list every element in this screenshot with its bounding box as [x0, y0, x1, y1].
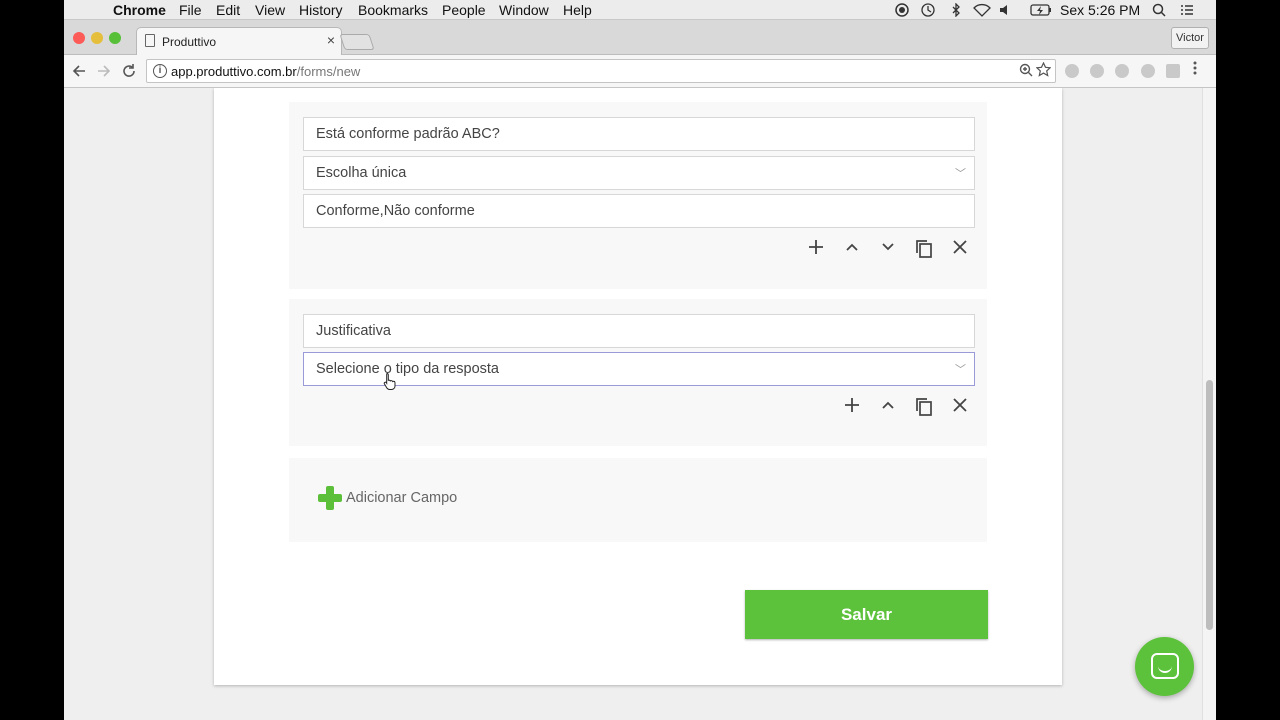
url-text[interactable]: app.produttivo.com.br/forms/new	[171, 64, 360, 79]
menu-bookmarks[interactable]: Bookmarks	[358, 2, 428, 18]
menu-people[interactable]: People	[442, 2, 486, 18]
chat-widget-button[interactable]	[1135, 637, 1194, 696]
zoom-icon[interactable]	[1019, 63, 1033, 77]
move-up-button[interactable]	[840, 236, 864, 260]
answer-type-select[interactable]: Escolha única ﹀	[303, 156, 975, 190]
extension-grid-icon[interactable]	[1166, 64, 1180, 78]
question-title-input[interactable]: Justificativa	[303, 314, 975, 348]
scrollbar[interactable]	[1202, 88, 1216, 720]
chrome-menu-icon[interactable]	[1193, 61, 1197, 75]
delete-button[interactable]	[948, 394, 972, 418]
add-field-button[interactable]	[804, 236, 828, 260]
menu-app-name[interactable]: Chrome	[113, 2, 166, 18]
chat-bubble-icon	[1151, 653, 1179, 679]
tab-title: Produttivo	[162, 35, 217, 49]
profile-button[interactable]: Victor	[1171, 27, 1209, 49]
wifi-icon[interactable]	[973, 3, 991, 17]
menu-edit[interactable]: Edit	[216, 2, 240, 18]
copy-icon	[916, 240, 932, 258]
extension-cloud-icon[interactable]	[1115, 64, 1129, 78]
question-title-input[interactable]: Está conforme padrão ABC?	[303, 117, 975, 151]
extension-chat-icon[interactable]	[1141, 64, 1155, 78]
menu-history[interactable]: History	[299, 2, 343, 18]
answer-type-value: Escolha única	[316, 165, 407, 181]
new-tab-button[interactable]	[339, 34, 375, 50]
menu-window[interactable]: Window	[499, 2, 549, 18]
close-icon	[953, 398, 967, 412]
move-down-button[interactable]	[876, 236, 900, 260]
delete-button[interactable]	[948, 236, 972, 260]
question-block: Está conforme padrão ABC? Escolha única …	[289, 102, 987, 289]
browser-toolbar: i app.produttivo.com.br/forms/new	[64, 55, 1216, 88]
window-minimize-button[interactable]	[91, 32, 103, 44]
duplicate-button[interactable]	[912, 394, 936, 418]
url-path: /forms/new	[296, 64, 361, 79]
record-icon[interactable]	[895, 3, 909, 17]
answer-type-placeholder: Selecione o tipo da resposta	[316, 361, 499, 377]
clock[interactable]: Sex 5:26 PM	[1060, 2, 1140, 18]
add-field-button[interactable]	[840, 394, 864, 418]
forward-icon[interactable]	[96, 63, 112, 79]
window-close-button[interactable]	[73, 32, 85, 44]
chevron-up-icon	[846, 243, 858, 251]
chevron-down-icon	[882, 243, 894, 251]
bluetooth-icon[interactable]	[949, 3, 963, 17]
notification-center-icon[interactable]	[1180, 3, 1194, 17]
extension-shield-icon[interactable]	[1090, 64, 1104, 78]
menu-file[interactable]: File	[179, 2, 202, 18]
menu-view[interactable]: View	[255, 2, 285, 18]
add-field-label: Adicionar Campo	[346, 490, 458, 506]
reload-icon[interactable]	[121, 63, 137, 79]
answer-options-input[interactable]: Conforme,Não conforme	[303, 194, 975, 228]
window-zoom-button[interactable]	[109, 32, 121, 44]
macos-menubar: Chrome File Edit View History Bookmarks …	[64, 0, 1216, 20]
save-button[interactable]: Salvar	[745, 590, 988, 639]
spotlight-search-icon[interactable]	[1152, 3, 1166, 17]
chevron-down-icon: ﹀	[955, 364, 966, 376]
question-title-value: Justificativa	[316, 323, 391, 339]
chevron-up-icon	[882, 401, 894, 409]
volume-icon[interactable]	[998, 3, 1012, 17]
plus-icon	[845, 398, 859, 412]
tab-close-icon[interactable]: ×	[327, 32, 335, 48]
answer-options-value: Conforme,Não conforme	[316, 203, 475, 219]
copy-icon	[916, 398, 932, 416]
extension-sync-icon[interactable]	[1065, 64, 1079, 78]
scrollbar-thumb[interactable]	[1206, 380, 1213, 630]
answer-type-select[interactable]: Selecione o tipo da resposta ﹀	[303, 352, 975, 386]
move-up-button[interactable]	[876, 394, 900, 418]
address-bar[interactable]: i app.produttivo.com.br/forms/new	[146, 59, 1056, 83]
back-icon[interactable]	[71, 63, 87, 79]
site-info-icon[interactable]: i	[153, 64, 167, 78]
menu-help[interactable]: Help	[563, 2, 592, 18]
browser-tab[interactable]: Produttivo ×	[136, 27, 342, 55]
time-machine-icon[interactable]	[921, 3, 935, 17]
duplicate-button[interactable]	[912, 236, 936, 260]
battery-icon[interactable]	[1030, 3, 1052, 17]
chevron-down-icon: ﹀	[955, 168, 966, 180]
close-icon	[953, 240, 967, 254]
page-favicon-icon	[145, 34, 155, 47]
page-viewport: Está conforme padrão ABC? Escolha única …	[64, 88, 1216, 720]
add-field-block: Adicionar Campo	[289, 458, 987, 542]
hand-cursor-icon	[383, 372, 396, 390]
bookmark-star-icon[interactable]	[1036, 62, 1051, 77]
plus-icon	[809, 240, 823, 254]
form-card: Está conforme padrão ABC? Escolha única …	[214, 88, 1062, 685]
green-plus-icon	[318, 486, 342, 510]
question-title-value: Está conforme padrão ABC?	[316, 126, 500, 142]
browser-tab-strip: Produttivo × Victor	[64, 20, 1216, 55]
url-host: app.produttivo.com.br	[171, 64, 297, 79]
